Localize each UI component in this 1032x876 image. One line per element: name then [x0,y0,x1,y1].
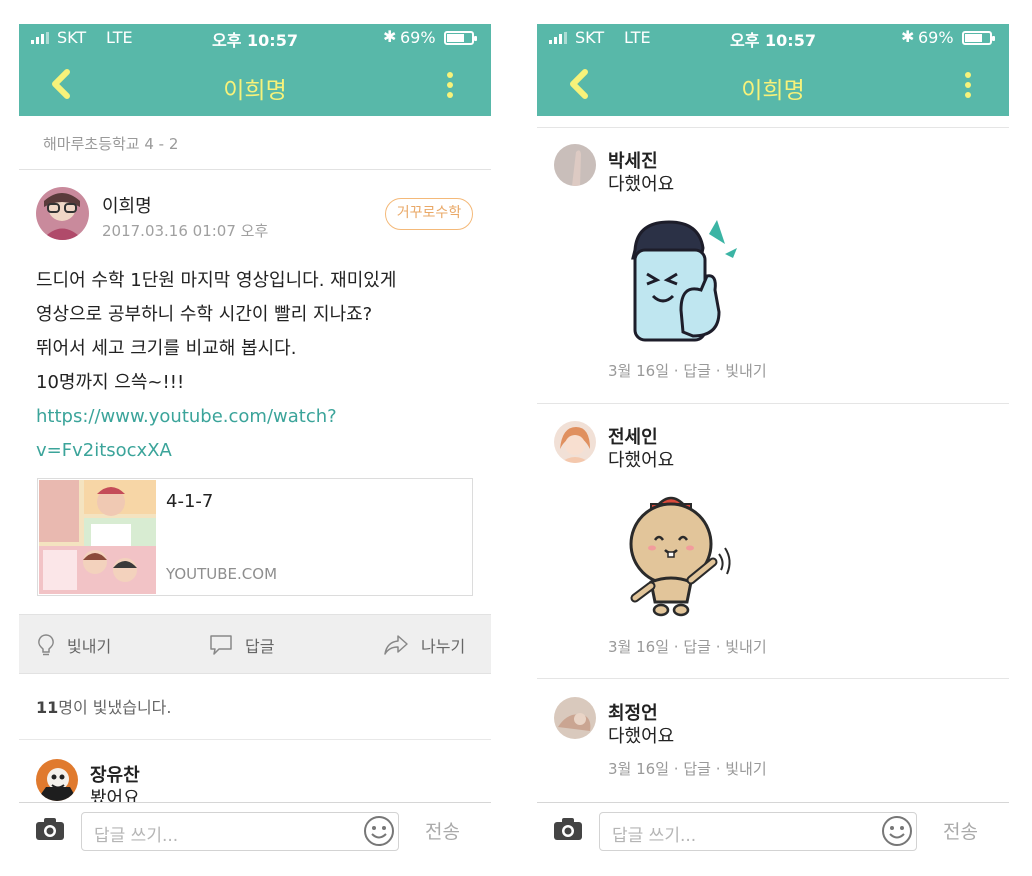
bluetooth-icon: ✱ [383,27,397,46]
battery-icon [962,31,995,45]
more-options-icon[interactable] [963,72,973,98]
right-screen: SKT LTE 오후 10:57 ✱ 69% 이희명 박세진 다했어요 3월 1… [537,24,1009,852]
likes-summary[interactable]: 11명이 빛냈습니다. [19,674,491,740]
battery-icon [444,31,477,45]
post-date: 2017.03.16 01:07 오후 [102,222,269,240]
post-action-bar: 빛내기 답글 나누기 [19,614,491,674]
group-breadcrumb[interactable]: 해마루초등학교 4 - 2 [19,116,491,170]
share-button[interactable]: 나누기 [383,633,465,657]
post-link-line: v=Fv2itsocxXA [36,440,172,461]
emoji-icon[interactable] [363,815,395,847]
bluetooth-icon: ✱ [901,27,915,46]
divider [537,127,1009,128]
post-link[interactable]: https://www.youtube.com/watch? v=Fv2itso… [36,400,476,468]
post-author-name[interactable]: 이희명 [102,192,152,218]
post-body: 드디어 수학 1단원 마지막 영상입니다. 재미있게 영상으로 공부하니 수학 … [36,264,476,468]
reply-input[interactable]: 답글 쓰기... [81,812,399,851]
status-bar: SKT LTE 오후 10:57 ✱ 69% [537,24,1009,52]
battery-percent: 69% [918,28,954,47]
video-thumbnail [39,480,156,594]
comment-meta: 3월 16일 · 답글 · 빛내기 [608,760,767,778]
link-card-title: 4-1-7 [166,491,214,512]
post-line: 10명까지 으쓱~!!! [36,372,185,393]
comment-text: 다했어요 [608,174,675,195]
comment-avatar[interactable] [554,697,596,739]
reply-label: 답글 [245,637,275,656]
likes-count: 11 [36,698,59,717]
divider [537,403,1009,404]
page-title: 이희명 [223,78,287,104]
post-link-line: https://www.youtube.com/watch? [36,406,337,427]
post-tag-badge[interactable]: 거꾸로수학 [385,198,473,230]
comment-shine-link[interactable]: 빛내기 [725,760,766,778]
send-button[interactable]: 전송 [943,817,978,844]
waving-hamster-sticker [629,496,731,617]
comment-meta: 3월 16일 · 답글 · 빛내기 [608,362,767,380]
link-card-domain: YOUTUBE.COM [166,565,278,583]
comment-meta: 3월 16일 · 답글 · 빛내기 [608,638,767,656]
comment-shine-link[interactable]: 빛내기 [725,638,766,656]
send-button[interactable]: 전송 [425,817,460,844]
shine-label: 빛내기 [67,637,112,656]
battery-percent: 69% [400,28,436,47]
page-title: 이희명 [741,78,805,104]
share-arrow-icon [384,635,408,655]
reply-input-bar: 답글 쓰기... 전송 [537,802,1009,852]
link-preview-card[interactable]: 4-1-7 YOUTUBE.COM [37,478,473,596]
likes-text: 명이 빛냈습니다. [58,698,172,717]
comment-avatar[interactable] [554,421,596,463]
status-bar: SKT LTE 오후 10:57 ✱ 69% [19,24,491,52]
comment-reply-link[interactable]: 답글 [683,362,711,380]
lightbulb-icon [38,634,54,656]
camera-icon[interactable] [553,817,583,841]
left-screen: SKT LTE 오후 10:57 ✱ 69% 이희명 해마루초등학교 4 - 2… [19,24,491,852]
comment-date: 3월 16일 [608,638,669,656]
shine-button[interactable]: 빛내기 [37,633,111,657]
post-line: 뛰어서 세고 크기를 비교해 봅시다. [36,338,297,359]
nav-bar: 이희명 [537,52,1009,116]
reply-button[interactable]: 답글 [209,633,274,657]
thumbs-up-character-sticker [631,220,737,342]
comment-text: 다했어요 [608,450,675,471]
post-author-avatar[interactable] [36,187,89,240]
more-options-icon[interactable] [445,72,455,98]
comment-shine-link[interactable]: 빛내기 [725,362,766,380]
comment-date: 3월 16일 [608,760,669,778]
nav-bar: 이희명 [19,52,491,116]
comment-date: 3월 16일 [608,362,669,380]
comment-avatar[interactable] [36,759,78,801]
reply-input-bar: 답글 쓰기... 전송 [19,802,491,852]
reply-input[interactable]: 답글 쓰기... [599,812,917,851]
divider [537,678,1009,679]
comment-avatar[interactable] [554,144,596,186]
comment-reply-link[interactable]: 답글 [683,638,711,656]
emoji-icon[interactable] [881,815,913,847]
post-line: 영상으로 공부하니 수학 시간이 빨리 지나죠? [36,304,373,325]
post-line: 드디어 수학 1단원 마지막 영상입니다. 재미있게 [36,270,397,291]
speech-bubble-icon [210,635,232,655]
camera-icon[interactable] [35,817,65,841]
comment-reply-link[interactable]: 답글 [683,760,711,778]
share-label: 나누기 [421,637,466,656]
comment-text: 다했어요 [608,726,675,747]
